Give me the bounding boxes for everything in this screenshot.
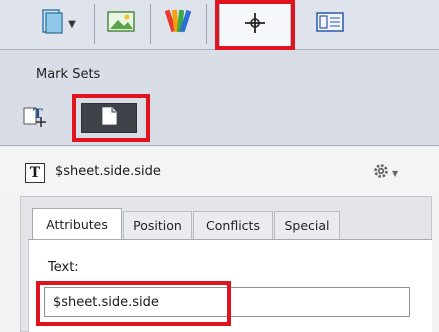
- text-mark-icon: T: [22, 103, 48, 133]
- tab-attributes[interactable]: Attributes: [32, 208, 122, 239]
- document-icon: [40, 8, 66, 40]
- crosshair-button-highlight: [215, 0, 295, 50]
- tab-position[interactable]: Position: [123, 211, 192, 239]
- document-mark-highlight: [72, 94, 150, 142]
- panel-layout-icon: [315, 11, 345, 37]
- gear-icon: [372, 162, 390, 184]
- text-mark-button[interactable]: T: [22, 105, 48, 131]
- chevron-down-icon: ▼: [392, 168, 399, 178]
- image-edit-icon: [105, 9, 139, 39]
- tab-conflicts[interactable]: Conflicts: [193, 211, 273, 239]
- toolbar-separator: [150, 4, 151, 44]
- text-field-label: Text:: [48, 260, 79, 275]
- mark-sets-panel: [0, 50, 439, 146]
- mark-options-menu[interactable]: ▼: [372, 162, 398, 184]
- mark-name: $sheet.side.side: [55, 164, 161, 179]
- color-swatches-button[interactable]: [154, 4, 202, 44]
- color-swatches-icon: [163, 7, 193, 41]
- tab-special[interactable]: Special: [274, 211, 340, 239]
- text-input-highlight: [36, 281, 231, 326]
- panel-layout-button[interactable]: [304, 4, 356, 44]
- mark-sets-title: Mark Sets: [36, 67, 101, 82]
- text-type-icon: T: [25, 163, 45, 183]
- toolbar-separator: [206, 4, 207, 44]
- chevron-down-icon: ▼: [68, 18, 76, 30]
- image-edit-button[interactable]: [98, 4, 146, 44]
- toolbar-separator: [94, 4, 95, 44]
- document-dropdown-button[interactable]: ▼: [26, 4, 90, 44]
